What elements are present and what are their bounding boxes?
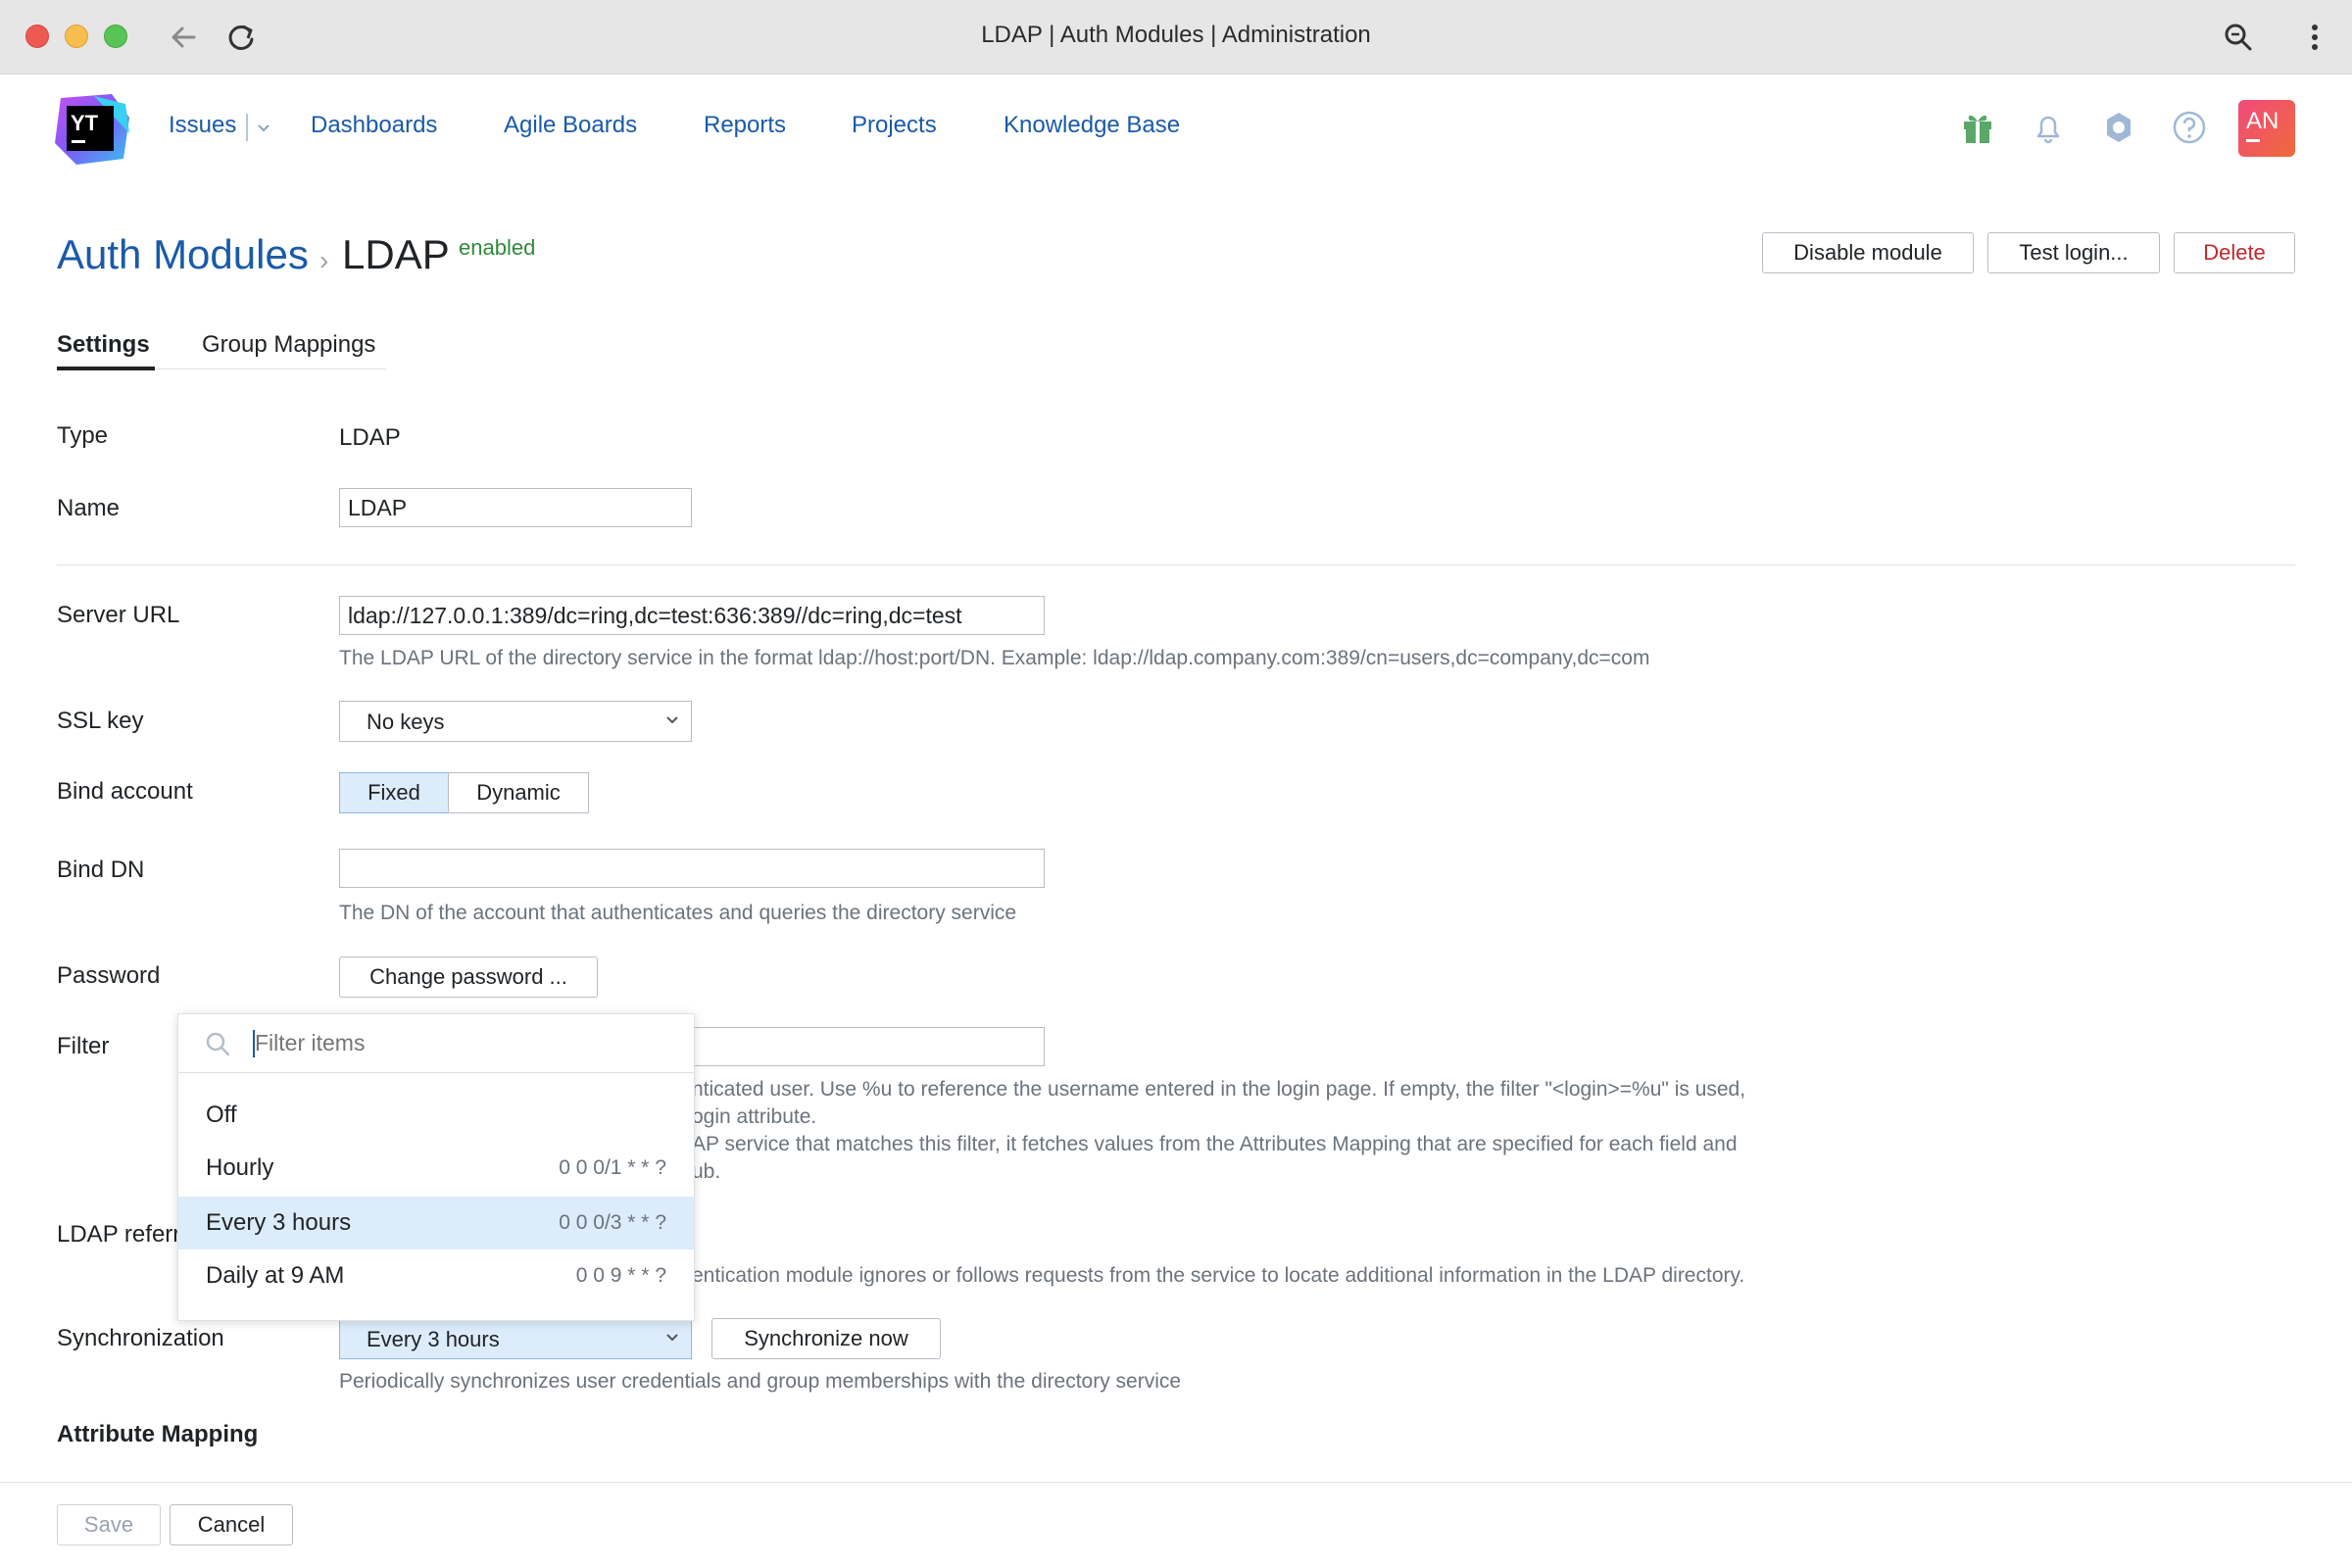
disable-module-button[interactable]: Disable module	[1762, 232, 1974, 273]
chevron-down-icon	[666, 716, 678, 724]
dropdown-option-off[interactable]: Off	[178, 1089, 694, 1142]
server-url-label: Server URL	[57, 602, 180, 628]
ldap-referrals-label: LDAP referr	[57, 1221, 181, 1248]
bell-icon[interactable]	[2029, 108, 2068, 147]
avatar-initials: AN	[2246, 108, 2279, 134]
name-field[interactable]: LDAP	[339, 488, 692, 527]
zoom-search-icon[interactable]	[2219, 18, 2258, 57]
nav-issues[interactable]: Issues	[169, 112, 236, 139]
delete-button[interactable]: Delete	[2174, 232, 2295, 273]
bind-dynamic-toggle[interactable]: Dynamic	[448, 772, 589, 813]
avatar[interactable]: AN	[2238, 100, 2295, 157]
chevron-down-icon	[666, 1334, 678, 1342]
test-login-button[interactable]: Test login...	[1987, 232, 2160, 273]
ldap-referrals-hint: entication module ignores or follows req…	[692, 1264, 1745, 1287]
browser-title: LDAP | Auth Modules | Administration	[981, 22, 1371, 48]
filter-hint-line-1: nticated user. Use %u to reference the u…	[692, 1078, 1746, 1101]
type-label: Type	[57, 422, 109, 449]
breadcrumb-auth-modules[interactable]: Auth Modules	[57, 231, 309, 278]
bind-fixed-toggle[interactable]: Fixed	[339, 772, 449, 813]
dropdown-search	[178, 1014, 694, 1073]
chevron-down-icon[interactable]	[257, 123, 270, 133]
filter-hint-line-3: AP service that matches this filter, it …	[692, 1133, 1738, 1155]
dropdown-option-every-3-hours[interactable]: Every 3 hours 0 0 0/3 * * ?	[178, 1197, 694, 1250]
status-badge: enabled	[459, 235, 536, 260]
synchronization-hint: Periodically synchronizes user credentia…	[339, 1370, 1182, 1393]
server-url-field[interactable]: ldap://127.0.0.1:389/dc=ring,dc=test:636…	[339, 596, 1045, 635]
synchronization-label: Synchronization	[57, 1325, 224, 1351]
nav-separator	[246, 114, 248, 141]
bind-account-label: Bind account	[57, 778, 193, 805]
ssl-key-value: No keys	[367, 710, 445, 734]
filter-hint-line-4: ub.	[692, 1160, 721, 1183]
active-tab-indicator	[57, 367, 155, 370]
help-icon[interactable]	[2170, 108, 2209, 147]
filter-hint-line-2: ogin attribute.	[692, 1105, 817, 1128]
ssl-key-select[interactable]: No keys	[339, 701, 692, 742]
cancel-button[interactable]: Cancel	[170, 1504, 293, 1545]
synchronization-select[interactable]: Every 3 hours	[339, 1318, 692, 1359]
page-title: LDAP	[342, 231, 450, 277]
synchronization-value: Every 3 hours	[367, 1327, 500, 1351]
gift-icon[interactable]	[1958, 108, 1997, 147]
bind-dn-hint: The DN of the account that authenticates…	[339, 902, 1017, 924]
save-button[interactable]: Save	[57, 1504, 161, 1545]
dropdown-option-daily-9am[interactable]: Daily at 9 AM 0 0 9 * * ?	[178, 1250, 694, 1302]
bind-dn-label: Bind DN	[57, 857, 145, 883]
tab-group-mappings[interactable]: Group Mappings	[202, 331, 375, 359]
type-value: LDAP	[339, 424, 401, 451]
nav-reports[interactable]: Reports	[704, 112, 786, 139]
svg-text:YT: YT	[71, 111, 99, 135]
server-url-hint: The LDAP URL of the directory service in…	[339, 647, 1650, 669]
filter-items-input[interactable]	[255, 1030, 666, 1056]
tab-settings[interactable]: Settings	[57, 331, 150, 359]
search-icon	[206, 1032, 230, 1056]
password-label: Password	[57, 962, 161, 989]
youtrack-logo-icon[interactable]: YT	[55, 94, 129, 165]
nav-projects[interactable]: Projects	[852, 112, 937, 139]
breadcrumb-separator: ›	[319, 245, 329, 275]
change-password-button[interactable]: Change password ...	[339, 956, 598, 998]
dropdown-option-hourly[interactable]: Hourly 0 0 0/1 * * ?	[178, 1142, 694, 1195]
name-label: Name	[57, 495, 121, 521]
gear-icon[interactable]	[2099, 108, 2138, 147]
ssl-key-label: SSL key	[57, 708, 144, 734]
attribute-mapping-heading: Attribute Mapping	[57, 1421, 259, 1447]
more-menu-icon[interactable]	[2295, 18, 2334, 57]
synchronization-dropdown: Off Hourly 0 0 0/1 * * ? Every 3 hours 0…	[177, 1013, 695, 1321]
nav-knowledge-base[interactable]: Knowledge Base	[1004, 112, 1180, 139]
synchronize-now-button[interactable]: Synchronize now	[711, 1318, 941, 1359]
filter-label: Filter	[57, 1033, 110, 1059]
bind-dn-field[interactable]	[339, 849, 1045, 888]
nav-agile-boards[interactable]: Agile Boards	[504, 112, 637, 139]
browser-titlebar: LDAP | Auth Modules | Administration	[0, 0, 2352, 74]
nav-dashboards[interactable]: Dashboards	[311, 112, 437, 139]
